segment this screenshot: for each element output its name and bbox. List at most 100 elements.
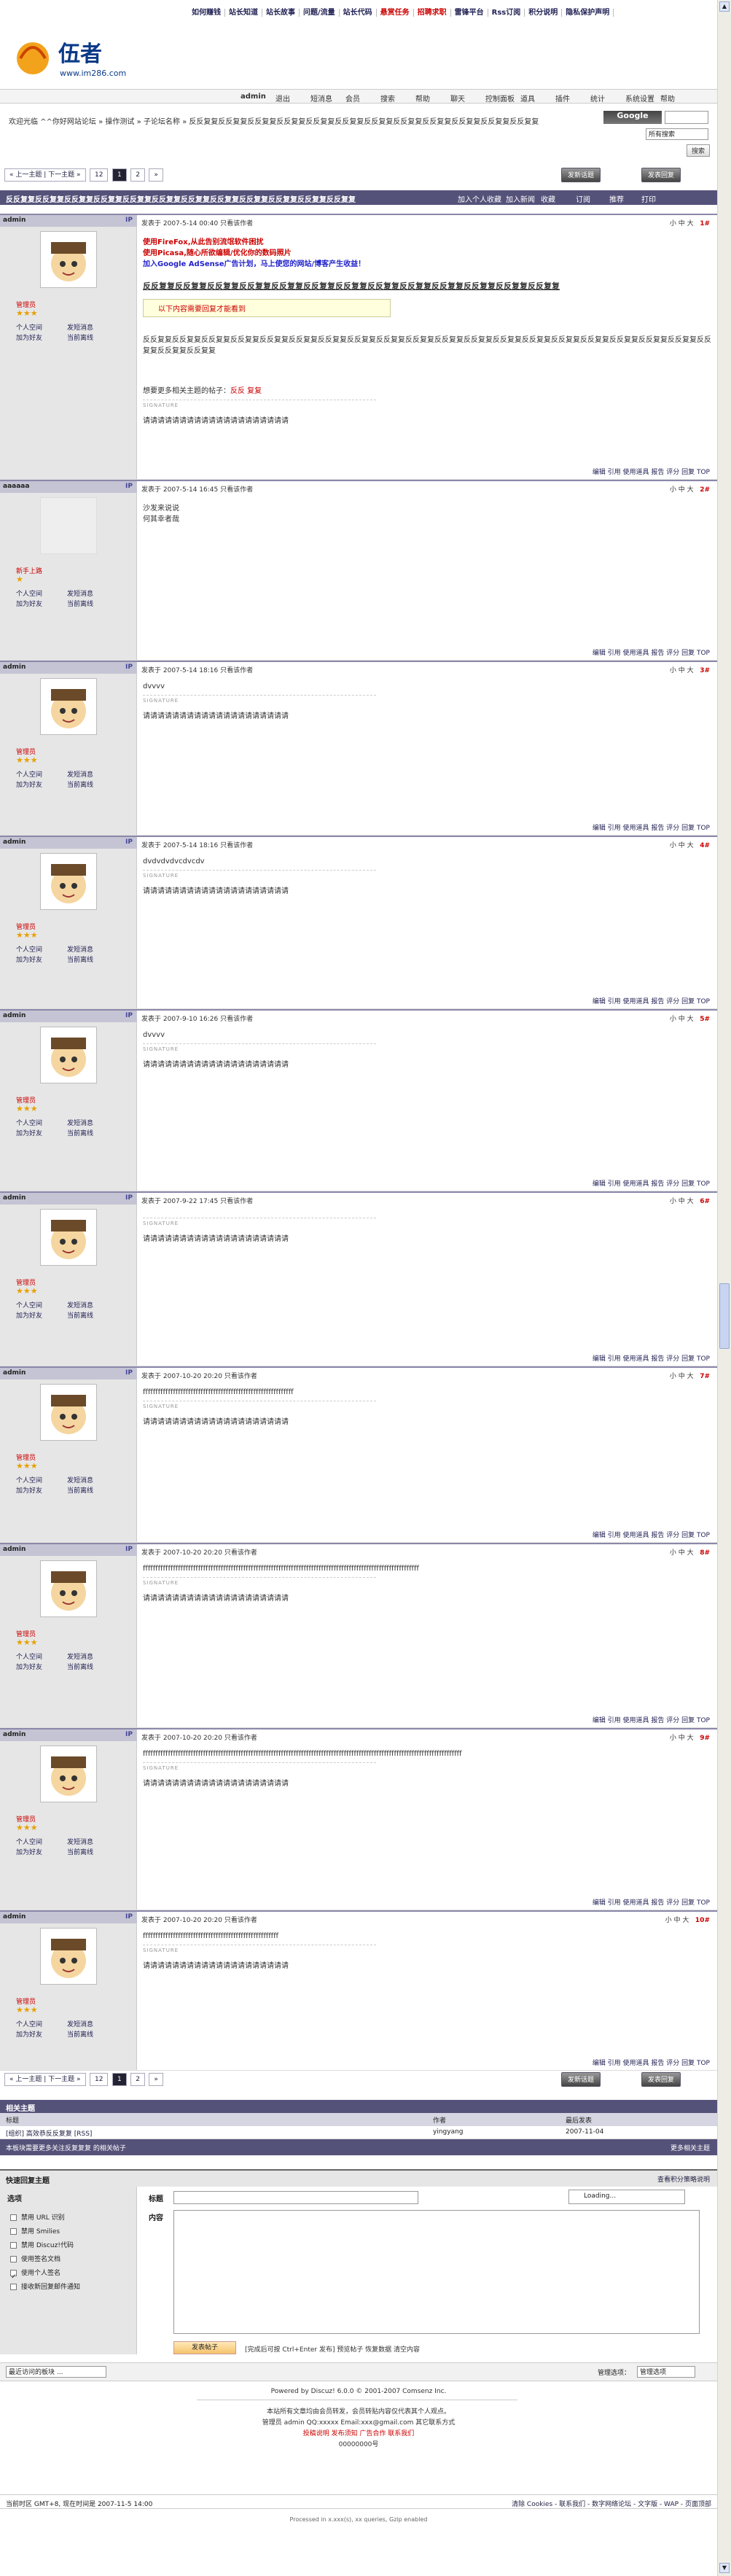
nav-item[interactable]: 会员 (345, 93, 360, 104)
prev-next-thread-link[interactable]: « 上一主题 | 下一主题 » (4, 2073, 86, 2086)
view-author-only-link[interactable]: 只看该作者 (220, 1198, 253, 1205)
author-name[interactable]: admin (3, 1012, 26, 1019)
font-size-switch[interactable]: 小 中 大 (670, 1016, 694, 1023)
forum-jump-select[interactable]: 最近访问的板块 ... (6, 2366, 106, 2378)
author-name[interactable]: aaaaaa (3, 483, 29, 490)
nav-item[interactable]: 插件 (555, 93, 570, 104)
search-input[interactable] (665, 111, 708, 124)
print-link[interactable]: 打印 (641, 193, 656, 204)
author-name[interactable]: admin (3, 838, 26, 846)
tag-link[interactable]: 反反 复复 (230, 387, 262, 395)
collect-link[interactable]: 收藏 (541, 193, 555, 204)
checkbox-icon[interactable] (10, 2228, 17, 2235)
new-thread-button-bottom[interactable]: 发新话题 (561, 2072, 601, 2087)
scrollbar-thumb[interactable] (719, 1283, 730, 1349)
top-link[interactable]: 积分说明 (525, 9, 563, 17)
reply-button[interactable]: 发表回复 (641, 168, 681, 182)
next-page-link[interactable]: » (149, 2073, 163, 2086)
vertical-scrollbar[interactable]: ▲ ▼ (717, 0, 731, 2576)
more-related-link[interactable]: 更多相关主题 (671, 2143, 710, 2152)
post-actions[interactable]: 编辑 引用 使用道具 报告 评分 回复 TOP (593, 647, 710, 658)
reply-button-bottom[interactable]: 发表回复 (641, 2072, 681, 2087)
post-actions[interactable]: 编辑 引用 使用道具 报告 评分 回复 TOP (593, 1353, 710, 1363)
add-friend-link[interactable]: 加为好友 (16, 333, 42, 343)
subject-input[interactable] (173, 2191, 418, 2204)
related-thread-link[interactable]: [组织] 高效恭反反复复 [RSS] (6, 2128, 92, 2138)
top-link[interactable]: 站长知道 (225, 9, 262, 17)
add-friend-link[interactable]: 加为好友 (16, 1662, 42, 1673)
send-message-link[interactable]: 发短消息 (67, 323, 93, 333)
font-size-switch[interactable]: 小 中 大 (670, 220, 694, 227)
add-friend-link[interactable]: 加为好友 (16, 2030, 42, 2040)
view-author-only-link[interactable]: 只看该作者 (220, 220, 253, 227)
send-message-link[interactable]: 发短消息 (67, 1837, 93, 1848)
post-actions[interactable]: 编辑 引用 使用道具 报告 评分 回复 TOP (593, 1715, 710, 1725)
profile-link[interactable]: 个人空间 (16, 589, 42, 599)
ip-icon[interactable]: IP (125, 1546, 133, 1553)
nav-item[interactable]: 统计 (590, 93, 605, 104)
ip-icon[interactable]: IP (125, 664, 133, 671)
add-friend-link[interactable]: 加为好友 (16, 599, 42, 610)
profile-link[interactable]: 个人空间 (16, 1652, 42, 1662)
nav-item[interactable]: 搜索 (380, 93, 395, 104)
view-author-only-link[interactable]: 只看该作者 (224, 1373, 257, 1380)
search-scope-select[interactable]: 所有搜索 (646, 128, 708, 140)
ad-line[interactable]: 使用Picasa,随心所欲编辑/优化你的数码照片 (143, 246, 711, 257)
subscribe-link[interactable]: 订阅 (576, 193, 590, 204)
view-author-only-link[interactable]: 只看该作者 (220, 1016, 253, 1023)
footer-links[interactable]: 清除 Cookies - 联系我们 - 数字网络论坛 - 文字版 - WAP -… (512, 2499, 711, 2508)
ip-icon[interactable]: IP (125, 838, 133, 846)
send-message-link[interactable]: 发短消息 (67, 1301, 93, 1311)
new-thread-button[interactable]: 发新话题 (561, 168, 601, 182)
checkbox-icon[interactable]: ✓ (10, 2270, 17, 2281)
admin-options-select[interactable]: 管理选项 (637, 2366, 695, 2378)
view-author-only-link[interactable]: 只看该作者 (224, 1917, 257, 1924)
nav-item[interactable]: 控制面板 (485, 93, 515, 104)
post-actions[interactable]: 编辑 引用 使用道具 报告 评分 回复 TOP (593, 467, 710, 477)
page-2-link[interactable]: 2 (130, 2073, 145, 2086)
option-item[interactable]: 禁用 Discuz!代码 (10, 2239, 80, 2253)
send-message-link[interactable]: 发短消息 (67, 1118, 93, 1129)
send-message-link[interactable]: 发短消息 (67, 1652, 93, 1662)
view-author-only-link[interactable]: 只看该作者 (224, 1549, 257, 1557)
table-row[interactable]: [组织] 高效恭反反复复 [RSS] yingyang 2007-11-04 (0, 2126, 717, 2139)
author-name[interactable]: admin (3, 1731, 26, 1738)
view-author-only-link[interactable]: 只看该作者 (220, 842, 253, 849)
profile-link[interactable]: 个人空间 (16, 945, 42, 955)
footer-line-3[interactable]: 投稿说明 发布须知 广告合作 联系我们 (0, 2429, 717, 2440)
post-actions[interactable]: 编辑 引用 使用道具 报告 评分 回复 TOP (593, 1530, 710, 1540)
font-size-switch[interactable]: 小 中 大 (670, 1549, 694, 1557)
prev-next-thread-link[interactable]: « 上一主题 | 下一主题 » (4, 168, 86, 182)
post-actions[interactable]: 编辑 引用 使用道具 报告 评分 回复 TOP (593, 1178, 710, 1188)
ip-icon[interactable]: IP (125, 1731, 133, 1738)
top-link[interactable]: 如何赚钱 (188, 9, 225, 17)
send-message-link[interactable]: 发短消息 (67, 589, 93, 599)
post-actions[interactable]: 编辑 引用 使用道具 报告 评分 回复 TOP (593, 996, 710, 1006)
option-item[interactable]: 禁用 Smilies (10, 2225, 80, 2239)
page-1-link[interactable]: 1 (112, 168, 127, 182)
profile-link[interactable]: 个人空间 (16, 770, 42, 780)
profile-link[interactable]: 个人空间 (16, 323, 42, 333)
author-name[interactable]: admin (3, 217, 26, 224)
profile-link[interactable]: 个人空间 (16, 1118, 42, 1129)
top-link[interactable]: 招聘求职 (413, 9, 451, 17)
author-name[interactable]: admin (3, 1369, 26, 1377)
post-actions[interactable]: 编辑 引用 使用道具 报告 评分 回复 TOP (593, 1897, 710, 1907)
ip-icon[interactable]: IP (125, 1369, 133, 1377)
checkbox-icon[interactable] (10, 2284, 17, 2290)
top-link[interactable]: Rss订阅 (488, 9, 525, 17)
font-size-switch[interactable]: 小 中 大 (670, 486, 694, 494)
ip-icon[interactable]: IP (125, 1194, 133, 1202)
option-item[interactable]: 使用签名文档 (10, 2253, 80, 2267)
add-friend-link[interactable]: 加为好友 (16, 955, 42, 965)
top-link[interactable]: 隐私保护声明 (562, 9, 614, 17)
author-name[interactable]: admin (3, 1913, 26, 1921)
font-size-switch[interactable]: 小 中 大 (665, 1917, 689, 1924)
author-name[interactable]: admin (3, 1546, 26, 1553)
top-link[interactable]: 悬赏任务 (376, 9, 414, 17)
site-logo[interactable]: 伍者 www.im286.com (7, 29, 160, 80)
send-message-link[interactable]: 发短消息 (67, 2020, 93, 2030)
send-message-link[interactable]: 发短消息 (67, 770, 93, 780)
page-1-link[interactable]: 1 (112, 2073, 127, 2086)
profile-link[interactable]: 个人空间 (16, 1301, 42, 1311)
